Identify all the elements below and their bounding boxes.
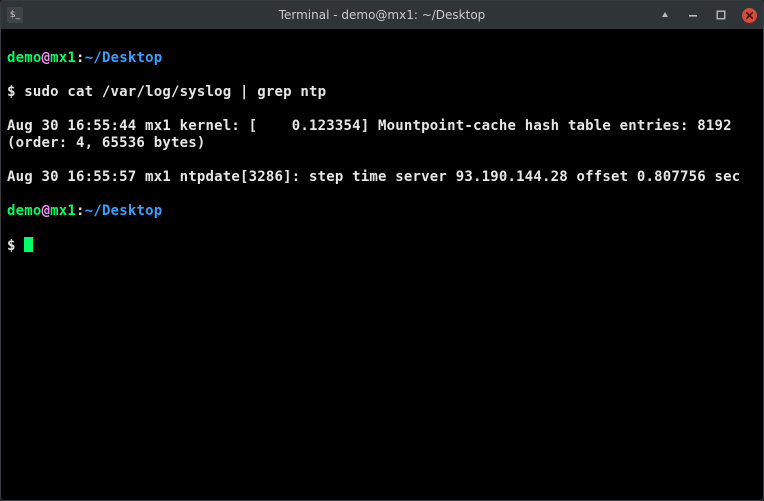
- titlebar[interactable]: $_ Terminal - demo@mx1: ~/Desktop: [1, 1, 763, 29]
- prompt-host: mx1: [50, 203, 76, 219]
- close-button[interactable]: [742, 8, 757, 23]
- window-title: Terminal - demo@mx1: ~/Desktop: [279, 8, 486, 22]
- terminal-app-icon: $_: [7, 7, 23, 23]
- prompt-user: demo: [7, 50, 42, 66]
- command-line: $ sudo cat /var/log/syslog | grep ntp: [7, 84, 757, 101]
- prompt-at: @: [42, 50, 51, 66]
- prompt-line-2: demo@mx1:~/Desktop: [7, 203, 757, 220]
- output-line-2: Aug 30 16:55:57 mx1 ntpdate[3286]: step …: [7, 169, 757, 186]
- command-text: sudo cat /var/log/syslog | grep ntp: [24, 84, 326, 100]
- terminal-window: $_ Terminal - demo@mx1: ~/Desktop demo@m…: [0, 0, 764, 501]
- prompt-line-1: demo@mx1:~/Desktop: [7, 50, 757, 67]
- prompt-colon: :: [76, 50, 85, 66]
- window-controls: [658, 8, 757, 23]
- terminal-body[interactable]: demo@mx1:~/Desktop $ sudo cat /var/log/s…: [1, 29, 763, 500]
- output-line-1: Aug 30 16:55:44 mx1 kernel: [ 0.123354] …: [7, 118, 757, 152]
- active-prompt[interactable]: $: [7, 237, 757, 255]
- prompt-at: @: [42, 203, 51, 219]
- keep-on-top-icon[interactable]: [658, 8, 672, 22]
- prompt-host: mx1: [50, 50, 76, 66]
- minimize-button[interactable]: [686, 8, 700, 22]
- cursor-block: [24, 237, 33, 252]
- prompt-cwd: ~/Desktop: [85, 203, 163, 219]
- prompt-symbol: $: [7, 238, 24, 254]
- prompt-colon: :: [76, 203, 85, 219]
- prompt-cwd: ~/Desktop: [85, 50, 163, 66]
- maximize-button[interactable]: [714, 8, 728, 22]
- prompt-symbol: $: [7, 84, 24, 100]
- prompt-user: demo: [7, 203, 42, 219]
